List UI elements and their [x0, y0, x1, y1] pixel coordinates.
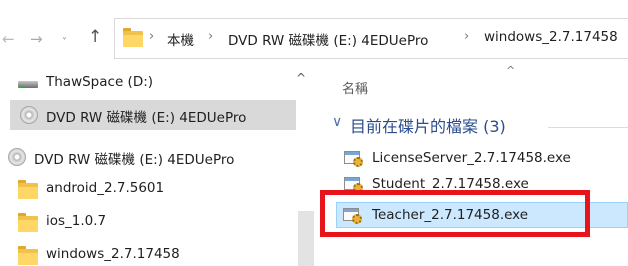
- nav-item-ios-folder[interactable]: ios_1.0.7: [0, 207, 300, 237]
- hard-drive-icon: [18, 81, 38, 88]
- up-one-level-button[interactable]: ↑: [88, 27, 102, 47]
- setup-exe-icon: [344, 175, 364, 193]
- nav-item-label: ios_1.0.7: [46, 213, 107, 229]
- dvd-drive-icon: [8, 148, 26, 166]
- sort-ascending-icon: ^: [506, 64, 516, 77]
- setup-exe-icon: [344, 149, 364, 167]
- nav-item-android-folder[interactable]: android_2.7.5601: [0, 174, 300, 204]
- file-name: Teacher_2.7.17458.exe: [372, 207, 529, 223]
- file-item-student[interactable]: Student_2.7.17458.exe: [340, 172, 628, 198]
- file-name: Student_2.7.17458.exe: [372, 176, 529, 192]
- recent-locations-chevron-icon[interactable]: ˅: [62, 33, 67, 53]
- breadcrumb-separator-icon[interactable]: ›: [208, 29, 213, 44]
- nav-item-windows-folder[interactable]: windows_2.7.17458: [0, 240, 300, 266]
- nav-item-label: DVD RW 磁碟機 (E:) 4EDUePro: [46, 110, 247, 126]
- breadcrumb-separator-icon[interactable]: ›: [464, 29, 469, 44]
- chevron-down-icon[interactable]: ∨: [332, 114, 342, 130]
- navigation-pane-scrollbar[interactable]: [298, 211, 314, 266]
- setup-exe-icon: [343, 206, 363, 224]
- breadcrumb-dvd-drive[interactable]: DVD RW 磁碟機 (E:) 4EDUePro: [228, 29, 428, 49]
- dvd-drive-icon: [20, 106, 38, 124]
- collapse-caret-icon[interactable]: ^: [296, 71, 306, 85]
- nav-item-label: android_2.7.5601: [46, 180, 165, 196]
- navigation-bar: ← → ˅ ↑ › 本機 › DVD RW 磁碟機 (E:) 4EDUePro …: [0, 0, 628, 66]
- nav-item-thawspace[interactable]: ThawSpace (D:): [0, 68, 300, 98]
- back-button[interactable]: ←: [2, 29, 15, 49]
- address-bar[interactable]: › 本機 › DVD RW 磁碟機 (E:) 4EDUePro › window…: [114, 18, 628, 59]
- file-name: LicenseServer_2.7.17458.exe: [372, 150, 571, 166]
- breadcrumb-this-pc[interactable]: 本機: [167, 29, 194, 49]
- group-divider: [548, 127, 628, 128]
- navigation-pane: ThawSpace (D:) ^ DVD RW 磁碟機 (E:) 4EDUePr…: [0, 66, 318, 266]
- nav-item-label: DVD RW 磁碟機 (E:) 4EDUePro: [34, 152, 235, 168]
- breadcrumb-separator-icon[interactable]: ›: [149, 29, 154, 44]
- file-item-teacher-selected[interactable]: Teacher_2.7.17458.exe: [336, 202, 628, 228]
- group-header-label: 目前在碟片的檔案 (3): [350, 117, 506, 136]
- column-header-name[interactable]: 名稱: [342, 78, 368, 97]
- nav-item-label: windows_2.7.17458: [46, 246, 180, 262]
- nav-item-dvd-drive[interactable]: DVD RW 磁碟機 (E:) 4EDUePro: [0, 142, 300, 172]
- file-item-licenseserver[interactable]: LicenseServer_2.7.17458.exe: [340, 146, 628, 172]
- nav-item-dvd-drive-selected[interactable]: DVD RW 磁碟機 (E:) 4EDUePro: [10, 100, 296, 130]
- breadcrumb-windows-folder[interactable]: windows_2.7.17458: [484, 29, 618, 45]
- nav-item-label: ThawSpace (D:): [46, 74, 154, 90]
- forward-button[interactable]: →: [30, 29, 43, 49]
- file-list-pane: ^ 名稱 ∨ 目前在碟片的檔案 (3) LicenseServer_2.7.17…: [318, 64, 628, 266]
